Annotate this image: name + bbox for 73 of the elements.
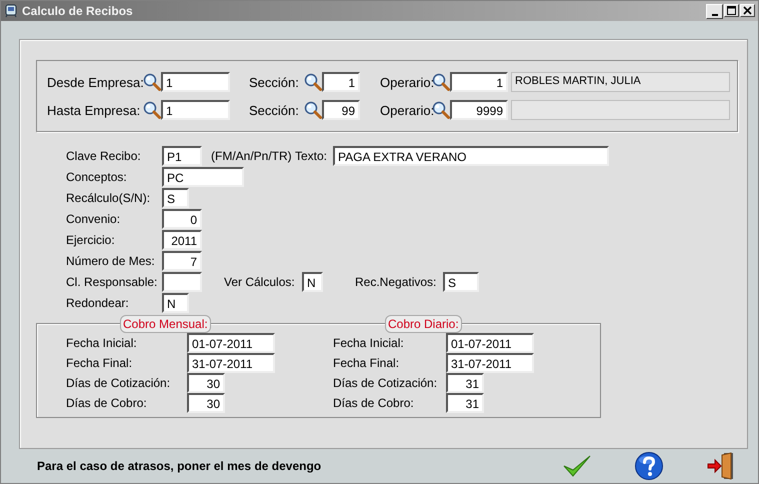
app-icon (4, 4, 18, 18)
search-icon[interactable] (143, 101, 161, 119)
field-label: Operario: (380, 74, 432, 90)
input-field[interactable]: 30 (187, 393, 225, 413)
field-label: Ejercicio: (66, 232, 116, 246)
field-label: Operario: (380, 102, 432, 118)
exit-door-icon (706, 451, 736, 481)
search-icon[interactable] (432, 73, 450, 91)
input-field[interactable]: 31-07-2011 (446, 353, 534, 373)
field-label: Fecha Inicial: (66, 336, 138, 350)
input-field[interactable]: PAGA EXTRA VERANO (333, 146, 609, 166)
field-label: Ver Cálculos: (224, 274, 296, 288)
field-label: Fecha Inicial: (333, 336, 405, 350)
input-field[interactable]: S (443, 272, 479, 292)
close-icon (741, 4, 754, 16)
field-label: Días de Cotización: (66, 376, 172, 390)
search-icon[interactable] (304, 73, 322, 91)
format-hint: (FM/An/Pn/TR) (210, 148, 293, 162)
input-field[interactable]: P1 (162, 146, 202, 166)
input-field[interactable]: 1 (161, 72, 230, 92)
group-title: Cobro Mensual: (120, 315, 211, 333)
input-field[interactable]: 99 (322, 100, 360, 120)
field-label: Número de Mes: (66, 254, 156, 268)
search-icon[interactable] (432, 101, 450, 119)
input-field[interactable]: 0 (162, 208, 202, 228)
input-field[interactable]: N (162, 292, 189, 312)
field-label: Sección: (249, 102, 300, 118)
help-icon (634, 451, 664, 481)
input-field[interactable]: 2011 (162, 230, 202, 250)
field-label: Sección: (249, 74, 300, 90)
field-label: Fecha Final: (333, 356, 400, 370)
field-label: Rec.Negativos: (355, 274, 438, 288)
field-label: Clave Recibo: (66, 148, 142, 162)
input-field[interactable]: S (162, 188, 189, 208)
field-label: Conceptos: (66, 170, 128, 184)
field-label: Texto: (295, 148, 328, 162)
field-label: Recálculo(S/N): (66, 190, 152, 204)
checkmark-icon (562, 454, 592, 478)
search-icon[interactable] (143, 73, 161, 91)
name-field: ROBLES MARTIN, JULIA (511, 72, 730, 92)
window-title: Calculo de Recibos (22, 4, 134, 18)
help-button[interactable] (632, 450, 666, 482)
search-icon[interactable] (304, 101, 322, 119)
field-label: Cl. Responsable: (66, 274, 158, 288)
input-field[interactable] (162, 272, 202, 292)
input-field[interactable]: 1 (161, 100, 230, 120)
field-label: Días de Cobro: (66, 396, 148, 410)
field-label: Fecha Final: (66, 356, 134, 370)
field-label: Desde Empresa: (47, 74, 143, 90)
input-field[interactable]: 31 (446, 393, 484, 413)
field-label: Hasta Empresa: (47, 102, 142, 118)
group-title: Cobro Diario: (385, 315, 462, 333)
input-field[interactable]: 1 (450, 72, 508, 92)
field-label: Días de Cobro: (333, 396, 415, 410)
input-field[interactable]: 1 (322, 72, 360, 92)
maximize-button[interactable] (724, 4, 739, 16)
field-label: Convenio: (66, 212, 122, 226)
input-field[interactable]: 01-07-2011 (187, 333, 275, 353)
input-field[interactable]: 7 (162, 250, 202, 270)
minimize-icon (712, 14, 718, 16)
input-field[interactable]: 9999 (450, 100, 508, 120)
field-label: Días de Cotización: (333, 376, 438, 390)
minimize-button[interactable] (706, 4, 723, 18)
maximize-icon (725, 4, 738, 16)
input-field[interactable]: 31 (446, 373, 484, 393)
status-text: Para el caso de atrasos, poner el mes de devengo (37, 459, 322, 473)
input-field[interactable]: N (302, 272, 323, 292)
input-field[interactable]: 01-07-2011 (446, 333, 534, 353)
close-button[interactable] (740, 4, 755, 16)
field-label: Redondear: (66, 296, 130, 310)
input-field[interactable]: 31-07-2011 (187, 353, 275, 373)
input-field[interactable]: PC (162, 166, 244, 186)
input-field[interactable]: 30 (187, 373, 225, 393)
